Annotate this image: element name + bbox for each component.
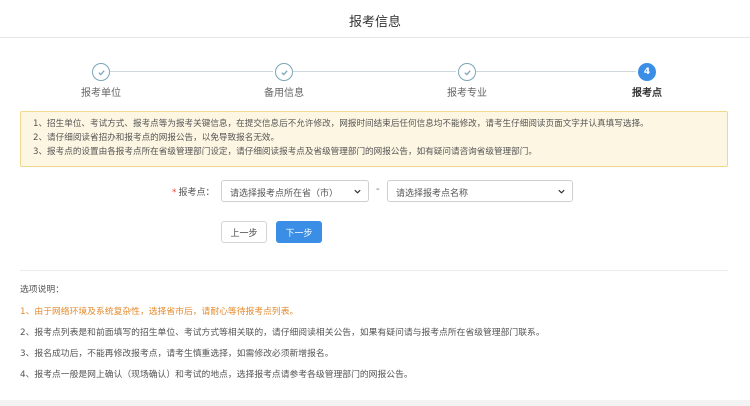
page-title: 报考信息 <box>348 15 401 30</box>
options-title: 选项说明： <box>20 285 64 295</box>
exam-site-select[interactable]: 请选择报考点名称 <box>387 180 573 202</box>
exam-site-label: * 报考点： <box>172 185 215 198</box>
option-item: 4、报考点一般是网上确认（现场确认）和考试的地点，选择报考点请参考各级管理部门的… <box>20 370 413 380</box>
step-connector <box>110 71 273 72</box>
province-select[interactable]: 请选择报考点所在省（市） <box>221 180 369 202</box>
select-separator: - <box>376 184 380 195</box>
step-label-1: 报考单位 <box>81 88 121 99</box>
required-mark: * <box>172 188 177 198</box>
step-4-number: 4 <box>638 63 656 81</box>
step-label-3: 报考专业 <box>447 88 487 99</box>
option-item: 1、由于网络环境及系统复杂性，选择省市后，请耐心等待报考点列表。 <box>20 307 299 317</box>
prev-step-button[interactable]: 上一步 <box>221 221 267 243</box>
step-label-4: 报考点 <box>632 88 662 99</box>
step-2-check-icon <box>275 63 293 81</box>
chevron-down-icon <box>354 189 361 194</box>
step-1-check-icon <box>92 63 110 81</box>
exam-site-row: * 报考点： 请选择报考点所在省（市） - 请选择报考点名称 <box>0 180 750 202</box>
notice-line: 2、请仔细阅读省招办和报考点的网报公告，以免导致报名无效。 <box>33 133 280 143</box>
progress-stepper: 4 报考单位 备用信息 报考专业 报考点 <box>0 60 750 100</box>
chevron-down-icon <box>558 189 565 194</box>
option-item: 2、报考点列表是和前面填写的招生单位、考试方式等相关联的，请仔细阅读相关公告，如… <box>20 328 545 338</box>
notice-line: 3、报考点的设置由各报考点所在省级管理部门设定，请仔细阅读报考点及省级管理部门的… <box>33 147 537 157</box>
step-3-check-icon <box>458 63 476 81</box>
option-item: 3、报名成功后，不能再修改报考点，请考生慎重选择，如需修改必须新增报名。 <box>20 349 334 359</box>
notice-box: 1、招生单位、考试方式、报考点等为报考关键信息，在提交信息后不允许修改，网报时间… <box>20 111 728 167</box>
province-select-value: 请选择报考点所在省（市） <box>230 189 339 199</box>
divider <box>20 270 728 271</box>
notice-line: 1、招生单位、考试方式、报考点等为报考关键信息，在提交信息后不允许修改，网报时间… <box>33 119 649 129</box>
header-bar: 报考信息 <box>0 0 750 38</box>
exam-site-select-value: 请选择报考点名称 <box>396 189 469 199</box>
options-explanation: 选项说明： 1、由于网络环境及系统复杂性，选择省市后，请耐心等待报考点列表。 2… <box>20 282 730 389</box>
step-label-2: 备用信息 <box>264 88 304 99</box>
step-connector <box>476 71 636 72</box>
next-step-button[interactable]: 下一步 <box>276 221 322 243</box>
step-connector <box>293 71 456 72</box>
page-bottom-edge <box>0 400 750 406</box>
exam-site-label-text: 报考点： <box>178 188 215 198</box>
